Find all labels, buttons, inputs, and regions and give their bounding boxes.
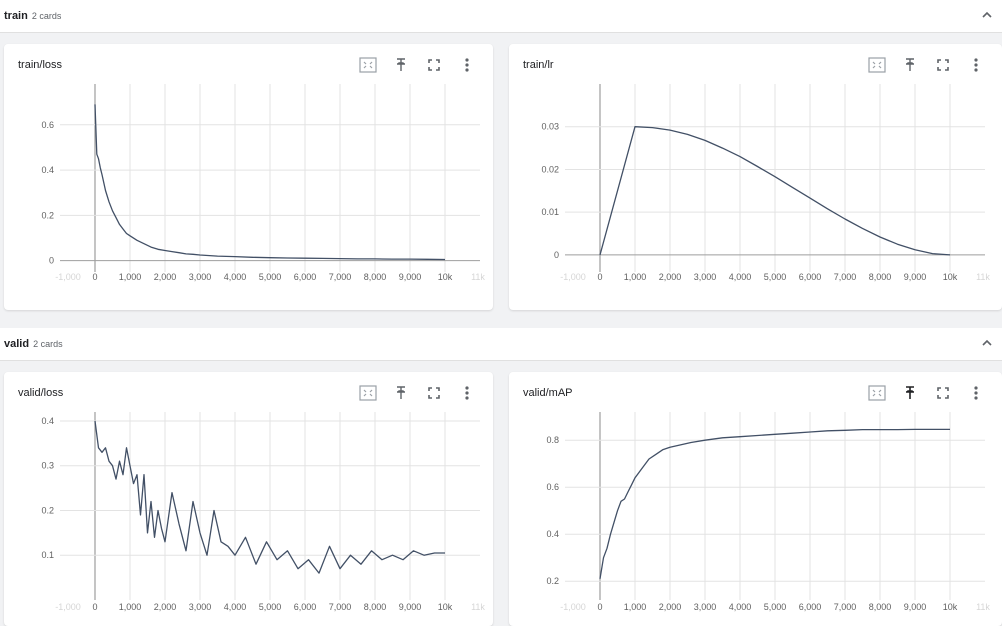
y-tick-label: 0.2	[41, 210, 54, 220]
y-tick-label: 0.02	[541, 164, 559, 174]
y-tick-label: 0.2	[41, 505, 54, 515]
x-tick-label-faint: 11k	[471, 602, 485, 612]
x-tick-label: 3,000	[189, 272, 212, 282]
x-tick-label: 7,000	[329, 602, 352, 612]
y-tick-label: 0.1	[41, 550, 54, 560]
x-tick-label: 6,000	[294, 272, 317, 282]
y-tick-label: 0.4	[41, 416, 54, 426]
x-tick-label-faint: 11k	[976, 602, 990, 612]
card-train-loss: train/loss 0 0.2 0.4 0.6 0 1,000 2,000 3,000 4,0…	[4, 44, 493, 310]
group-title: valid 2 cards	[4, 338, 63, 350]
y-tick-label: 0.6	[546, 482, 559, 492]
x-tick-label: 3,000	[694, 602, 717, 612]
x-tick-label: 0	[597, 272, 602, 282]
group-count: 2 cards	[33, 339, 63, 349]
x-tick-label: 10k	[943, 602, 958, 612]
chevron-up-icon[interactable]	[980, 336, 994, 350]
x-tick-label: 9,000	[399, 602, 422, 612]
x-tick-label: 6,000	[799, 602, 822, 612]
x-tick-label: 2,000	[659, 602, 682, 612]
x-tick-label: 8,000	[364, 602, 387, 612]
x-tick-label-faint: -1,000	[560, 272, 586, 282]
x-tick-label-faint: -1,000	[55, 272, 81, 282]
x-tick-label: 4,000	[729, 602, 752, 612]
x-tick-label: 8,000	[869, 602, 892, 612]
y-tick-label: 0.01	[541, 207, 559, 217]
x-tick-label: 5,000	[764, 602, 787, 612]
x-tick-label: 10k	[438, 272, 453, 282]
x-tick-label: 7,000	[329, 272, 352, 282]
x-tick-label: 5,000	[764, 272, 787, 282]
card-train-lr: train/lr 0 0.01 0.02 0.03 0 1,000 2,000 3,000 4,…	[509, 44, 1002, 310]
x-tick-label: 5,000	[259, 602, 282, 612]
x-tick-label: 9,000	[904, 272, 927, 282]
x-tick-label: 0	[92, 602, 97, 612]
y-tick-label: 0	[554, 250, 559, 260]
x-tick-label: 7,000	[834, 602, 857, 612]
x-tick-label: 1,000	[624, 272, 647, 282]
x-tick-label-faint: 11k	[976, 272, 990, 282]
x-tick-label: 4,000	[729, 272, 752, 282]
y-tick-label: 0	[49, 256, 54, 266]
y-tick-label: 0.2	[546, 576, 559, 586]
group-count: 2 cards	[31, 11, 62, 21]
x-tick-label-faint: -1,000	[560, 602, 586, 612]
chart-train-loss[interactable]: 0 0.2 0.4 0.6 0 1,000 2,000 3,000 4,000 5,000 6,00…	[4, 44, 493, 310]
x-tick-label: 1,000	[624, 602, 647, 612]
x-tick-label: 8,000	[869, 272, 892, 282]
x-tick-label-faint: -1,000	[55, 602, 81, 612]
x-tick-label: 4,000	[224, 272, 247, 282]
y-tick-label: 0.3	[41, 461, 54, 471]
x-tick-label: 2,000	[154, 602, 177, 612]
chart-valid-loss[interactable]: 0.1 0.2 0.3 0.4 0 1,000 2,000 3,000 4,000 5,000 6,…	[4, 372, 493, 626]
y-tick-label: 0.03	[541, 122, 559, 132]
y-tick-label: 0.4	[546, 529, 559, 539]
x-tick-label: 5,000	[259, 272, 282, 282]
x-tick-label: 10k	[943, 272, 958, 282]
y-tick-label: 0.8	[546, 435, 559, 445]
x-tick-label: 2,000	[659, 272, 682, 282]
x-tick-label-faint: 11k	[471, 272, 485, 282]
x-tick-label: 1,000	[119, 272, 142, 282]
x-tick-label: 8,000	[364, 272, 387, 282]
group-title: train 2 cards	[4, 10, 62, 22]
y-tick-label: 0.4	[41, 165, 54, 175]
group-header-train[interactable]: train 2 cards	[0, 0, 1002, 33]
x-tick-label: 6,000	[799, 272, 822, 282]
x-tick-label: 2,000	[154, 272, 177, 282]
x-tick-label: 10k	[438, 602, 453, 612]
x-tick-label: 4,000	[224, 602, 247, 612]
x-tick-label: 3,000	[694, 272, 717, 282]
chart-train-lr[interactable]: 0 0.01 0.02 0.03 0 1,000 2,000 3,000 4,000 5,000 6…	[509, 44, 1002, 310]
y-tick-label: 0.6	[41, 120, 54, 130]
x-tick-label: 7,000	[834, 272, 857, 282]
x-tick-label: 6,000	[294, 602, 317, 612]
group-header-valid[interactable]: valid 2 cards	[0, 328, 1002, 361]
card-valid-map: valid/mAP 0.2 0.4 0.6 0.8 0 1,000 2,000 3,000 4,…	[509, 372, 1002, 626]
x-tick-label: 9,000	[399, 272, 422, 282]
x-tick-label: 0	[597, 602, 602, 612]
chevron-up-icon[interactable]	[980, 8, 994, 22]
x-tick-label: 9,000	[904, 602, 927, 612]
x-tick-label: 3,000	[189, 602, 212, 612]
chart-valid-map[interactable]: 0.2 0.4 0.6 0.8 0 1,000 2,000 3,000 4,000 5,000 6,…	[509, 372, 1002, 626]
x-tick-label: 1,000	[119, 602, 142, 612]
x-tick-label: 0	[92, 272, 97, 282]
card-valid-loss: valid/loss 0.1 0.2 0.3 0.4 0 1,000 2,000 3,000 4…	[4, 372, 493, 626]
